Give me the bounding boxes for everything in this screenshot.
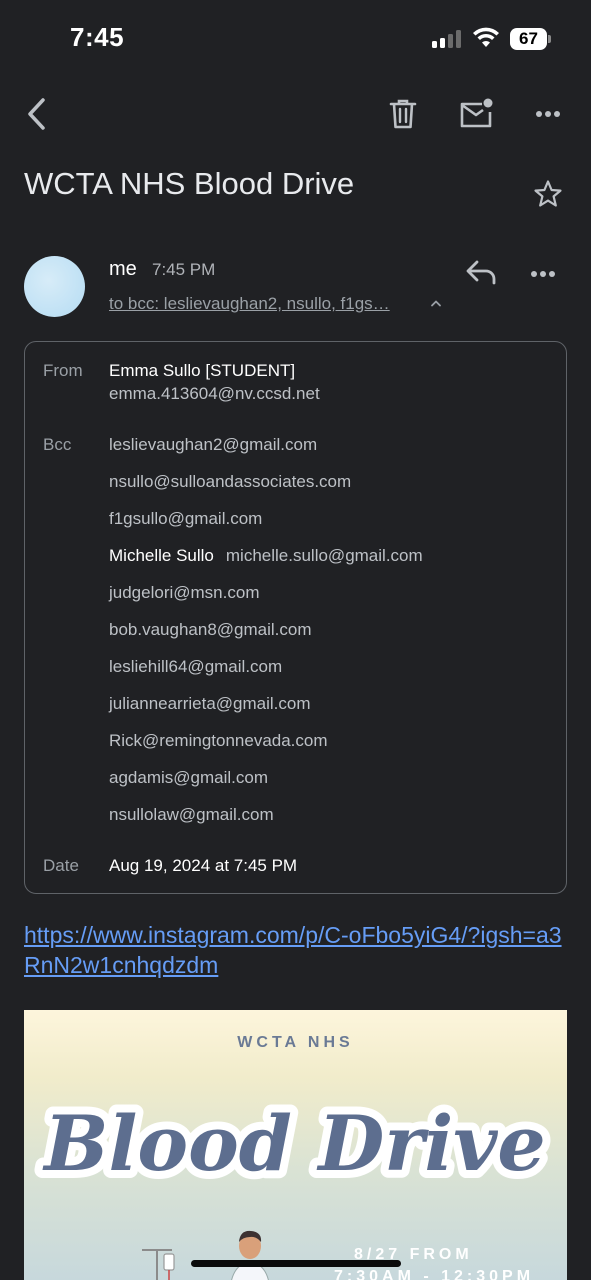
wifi-icon bbox=[472, 26, 500, 53]
battery-icon: 67 bbox=[510, 28, 552, 50]
from-email[interactable]: emma.413604@nv.ccsd.net bbox=[109, 384, 320, 404]
date-label: Date bbox=[43, 856, 79, 875]
bcc-recipient[interactable]: f1gsullo@gmail.com bbox=[109, 509, 262, 529]
mail-unread-icon bbox=[460, 98, 493, 128]
reply-button[interactable] bbox=[464, 258, 500, 290]
chevron-up-icon[interactable] bbox=[429, 296, 443, 310]
sender-name: me bbox=[109, 258, 137, 280]
star-icon bbox=[534, 180, 562, 207]
bcc-recipient[interactable]: julianne​arrieta@gmail.com bbox=[109, 694, 311, 714]
bcc-recipient[interactable]: nsullolaw@gmail.com bbox=[109, 805, 274, 825]
iv-stand-illustration bbox=[142, 1249, 175, 1280]
bcc-recipient[interactable]: leslievaughan2@gmail.com bbox=[109, 435, 317, 455]
battery-level: 67 bbox=[510, 28, 547, 50]
poster-kicker: WCTA NHS bbox=[237, 1034, 354, 1051]
status-time: 7:45 bbox=[70, 22, 125, 52]
delete-button[interactable] bbox=[384, 94, 422, 134]
bcc-label: Bcc bbox=[43, 435, 72, 454]
from-name: Emma Sullo [STUDENT] bbox=[109, 361, 296, 380]
more-options-button[interactable] bbox=[530, 100, 566, 128]
bcc-recipient[interactable]: agdamis@gmail.com bbox=[109, 768, 268, 788]
reply-icon bbox=[466, 260, 496, 285]
home-indicator bbox=[191, 1260, 401, 1267]
back-button[interactable] bbox=[18, 92, 54, 136]
more-horizontal-icon bbox=[531, 271, 555, 277]
recipients-toggle[interactable]: to bcc: leslievaughan2, nsullo, f1gs… bbox=[109, 294, 390, 314]
mark-unread-button[interactable] bbox=[456, 94, 496, 134]
bcc-recipient-email: michelle.sullo@gmail.com bbox=[225, 546, 423, 565]
bcc-recipient[interactable]: nsullo@sulloandassociates.com bbox=[109, 472, 351, 492]
cellular-signal-icon bbox=[432, 30, 464, 48]
sent-time: 7:45 PM bbox=[152, 260, 216, 279]
message-details-card: From Emma Sullo [STUDENT] emma.413604@nv… bbox=[24, 341, 567, 894]
date-value: Aug 19, 2024 at 7:45 PM bbox=[109, 856, 298, 875]
from-label: From bbox=[43, 361, 83, 380]
poster-title: Blood Drive bbox=[34, 1091, 553, 1196]
bcc-recipient[interactable]: bob.vaughan8@gmail.com bbox=[109, 620, 312, 640]
email-subject: WCTA NHS Blood Drive bbox=[24, 166, 355, 201]
avatar[interactable] bbox=[24, 256, 85, 317]
status-bar: 7:45 67 bbox=[0, 0, 591, 80]
trash-icon bbox=[389, 99, 417, 129]
bcc-recipient[interactable]: judgelori@msn.com bbox=[109, 583, 259, 603]
more-horizontal-icon bbox=[536, 111, 560, 117]
bcc-recipient-name: Michelle Sullo bbox=[109, 546, 214, 565]
bcc-recipient[interactable]: Rick@remingtonnevada.com bbox=[109, 731, 328, 751]
nurse-illustration bbox=[231, 1230, 269, 1280]
blood-drive-poster[interactable]: WCTA NHS Blood Drive 8/27 FROM 7:30AM - … bbox=[24, 1010, 567, 1280]
poster-time: 7:30AM - 12:30PM bbox=[334, 1268, 535, 1280]
star-button[interactable] bbox=[530, 176, 566, 212]
bcc-recipient[interactable]: lesliehill64@gmail.com bbox=[109, 657, 282, 677]
chevron-left-icon bbox=[28, 98, 45, 130]
bcc-recipient[interactable]: Michelle Sullo michelle.sullo@gmail.com bbox=[109, 546, 423, 566]
message-more-button[interactable] bbox=[530, 262, 566, 286]
instagram-link[interactable]: https://www.instagram.com/p/C-oFbo5yiG4/… bbox=[24, 920, 564, 980]
svg-text:Blood Drive: Blood Drive bbox=[42, 1099, 545, 1188]
